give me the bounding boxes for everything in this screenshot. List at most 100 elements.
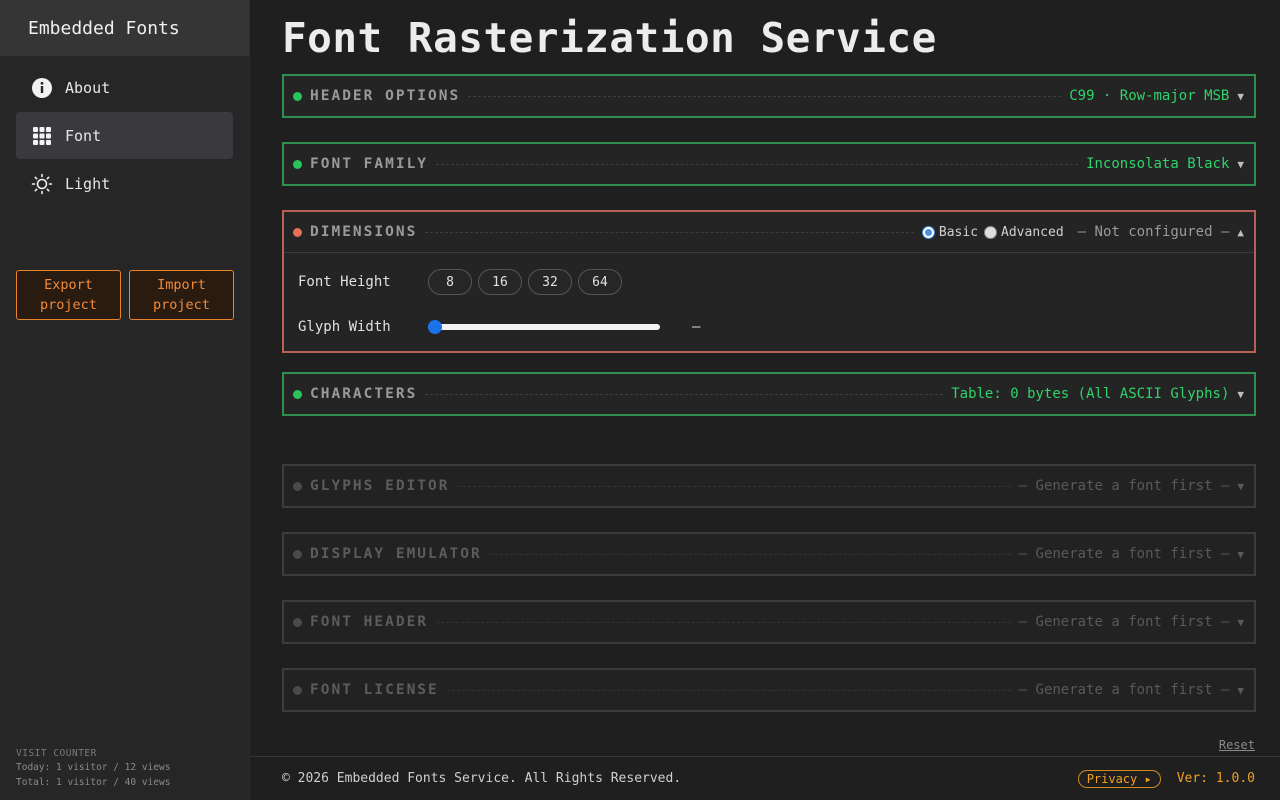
- leader-line: [468, 95, 1062, 97]
- panel-status: Inconsolata Black: [1086, 156, 1230, 172]
- chevron-down-icon: ▼: [1237, 479, 1244, 493]
- status-dot: [293, 549, 302, 559]
- font-height-option[interactable]: 32: [528, 269, 572, 295]
- visit-counter-title: VISIT COUNTER: [16, 747, 97, 759]
- sidebar-item-font[interactable]: Font: [16, 112, 233, 159]
- glyph-width-slider[interactable]: [428, 319, 660, 335]
- panel-characters: CHARACTERS Table: 0 bytes (All ASCII Gly…: [282, 372, 1256, 416]
- leader-line: [436, 621, 1011, 623]
- status-dot: [293, 227, 302, 237]
- glyph-width-label: Glyph Width: [298, 319, 391, 335]
- font-height-label: Font Height: [298, 274, 391, 290]
- panel-status: C99 · Row-major MSB: [1069, 88, 1230, 104]
- mode-advanced-radio[interactable]: Advanced: [984, 225, 1064, 240]
- chevron-down-icon: ▼: [1237, 615, 1244, 629]
- status-dot: [293, 159, 302, 169]
- panel-display-emulator: DISPLAY EMULATOR — Generate a font first…: [282, 532, 1256, 576]
- export-project-button[interactable]: Export project: [16, 270, 121, 320]
- reset-link[interactable]: Reset: [1219, 738, 1255, 752]
- leader-line: [425, 231, 914, 233]
- panel-dimensions-toggle[interactable]: DIMENSIONS Basic Advanced — Not configur…: [284, 212, 1254, 252]
- info-icon: [31, 77, 53, 99]
- status-dot: [293, 389, 302, 399]
- leader-line: [425, 393, 944, 395]
- panel-header-options: HEADER OPTIONS C99 · Row-major MSB ▼: [282, 74, 1256, 118]
- sidebar-item-light[interactable]: Light: [16, 160, 233, 207]
- chevron-down-icon: ▼: [1237, 683, 1244, 697]
- glyph-width-value: —: [692, 319, 701, 335]
- mode-radio-group: Basic Advanced: [921, 224, 1064, 240]
- panel-title: DISPLAY EMULATOR: [310, 546, 482, 562]
- export-label-line1: Export: [44, 277, 93, 293]
- panel-title: FONT LICENSE: [310, 682, 439, 698]
- copyright-text: © 2026 Embedded Fonts Service. All Right…: [282, 771, 682, 786]
- visit-counter-today: Today: 1 visitor / 12 views: [16, 762, 171, 773]
- panel-header-options-toggle[interactable]: HEADER OPTIONS C99 · Row-major MSB ▼: [284, 76, 1254, 116]
- footer: © 2026 Embedded Fonts Service. All Right…: [250, 756, 1280, 800]
- import-label-line1: Import: [157, 277, 206, 293]
- panel-title: DIMENSIONS: [310, 224, 418, 240]
- glyph-width-row: Glyph Width —: [298, 307, 1240, 347]
- project-buttons: Export project Import project: [16, 270, 234, 320]
- panel-font-family-toggle[interactable]: FONT FAMILY Inconsolata Black ▼: [284, 144, 1254, 184]
- leader-line: [457, 485, 1011, 487]
- panel-status: Table: 0 bytes (All ASCII Glyphs): [951, 386, 1230, 402]
- dimensions-body: Font Height 8 16 32 64 Glyph Width —: [284, 252, 1254, 351]
- panel-font-license-toggle[interactable]: FONT LICENSE — Generate a font first — ▼: [284, 670, 1254, 710]
- panel-status: — Not configured —: [1077, 224, 1230, 240]
- sidebar: Embedded Fonts About Font Light Export p…: [0, 0, 250, 800]
- mode-basic-radio[interactable]: Basic: [921, 224, 979, 240]
- status-dot: [293, 91, 302, 101]
- sidebar-item-about[interactable]: About: [16, 64, 233, 111]
- panel-glyphs-editor-toggle[interactable]: GLYPHS EDITOR — Generate a font first — …: [284, 466, 1254, 506]
- mode-advanced-label: Advanced: [1001, 224, 1064, 240]
- page-title: Font Rasterization Service: [282, 14, 937, 62]
- chevron-down-icon: ▼: [1237, 387, 1244, 401]
- leader-line: [436, 163, 1079, 165]
- panel-font-license: FONT LICENSE — Generate a font first — ▼: [282, 668, 1256, 712]
- panel-status: — Generate a font first —: [1018, 614, 1230, 630]
- slider-thumb[interactable]: [428, 320, 442, 334]
- sidebar-item-label: About: [65, 78, 111, 97]
- panel-dimensions: DIMENSIONS Basic Advanced — Not configur…: [282, 210, 1256, 353]
- panel-font-header: FONT HEADER — Generate a font first — ▼: [282, 600, 1256, 644]
- privacy-button[interactable]: Privacy ▸: [1077, 769, 1161, 788]
- chevron-down-icon: ▼: [1237, 547, 1244, 561]
- panel-font-header-toggle[interactable]: FONT HEADER — Generate a font first — ▼: [284, 602, 1254, 642]
- chevron-up-icon: ▲: [1237, 225, 1244, 239]
- panel-font-family: FONT FAMILY Inconsolata Black ▼: [282, 142, 1256, 186]
- radio-checked-icon: [921, 225, 935, 239]
- sidebar-item-label: Font: [65, 126, 102, 145]
- panel-glyphs-editor: GLYPHS EDITOR — Generate a font first — …: [282, 464, 1256, 508]
- panel-title: FONT HEADER: [310, 614, 429, 630]
- panel-display-emulator-toggle[interactable]: DISPLAY EMULATOR — Generate a font first…: [284, 534, 1254, 574]
- import-label-line2: project: [153, 297, 210, 313]
- sidebar-item-label: Light: [65, 174, 111, 193]
- panel-title: FONT FAMILY: [310, 156, 429, 172]
- chevron-down-icon: ▼: [1237, 157, 1244, 171]
- sun-icon: [31, 173, 53, 195]
- mode-basic-label: Basic: [938, 224, 979, 240]
- slider-track: [428, 324, 660, 330]
- font-height-option[interactable]: 8: [428, 269, 472, 295]
- visit-counter-total: Total: 1 visitor / 40 views: [16, 776, 171, 788]
- chevron-down-icon: ▼: [1237, 89, 1244, 103]
- font-height-option[interactable]: 16: [478, 269, 522, 295]
- panel-status: — Generate a font first —: [1018, 478, 1230, 494]
- panel-title: GLYPHS EDITOR: [310, 478, 450, 494]
- font-height-row: Font Height 8 16 32 64: [298, 257, 1240, 307]
- panel-status: — Generate a font first —: [1018, 546, 1230, 562]
- app-brand[interactable]: Embedded Fonts: [0, 0, 249, 56]
- leader-line: [489, 553, 1011, 555]
- export-label-line2: project: [40, 297, 97, 313]
- panel-characters-toggle[interactable]: CHARACTERS Table: 0 bytes (All ASCII Gly…: [284, 374, 1254, 414]
- radio-unchecked-icon: [984, 225, 998, 239]
- version-label: Ver: 1.0.0: [1176, 771, 1255, 786]
- import-project-button[interactable]: Import project: [129, 270, 234, 320]
- grid-icon: [31, 125, 53, 147]
- panel-title: CHARACTERS: [310, 386, 418, 402]
- visit-counter: VISIT COUNTER Today: 1 visitor / 12 view…: [16, 747, 170, 791]
- status-dot: [293, 617, 302, 627]
- font-height-option[interactable]: 64: [578, 269, 622, 295]
- panel-status: — Generate a font first —: [1018, 682, 1230, 698]
